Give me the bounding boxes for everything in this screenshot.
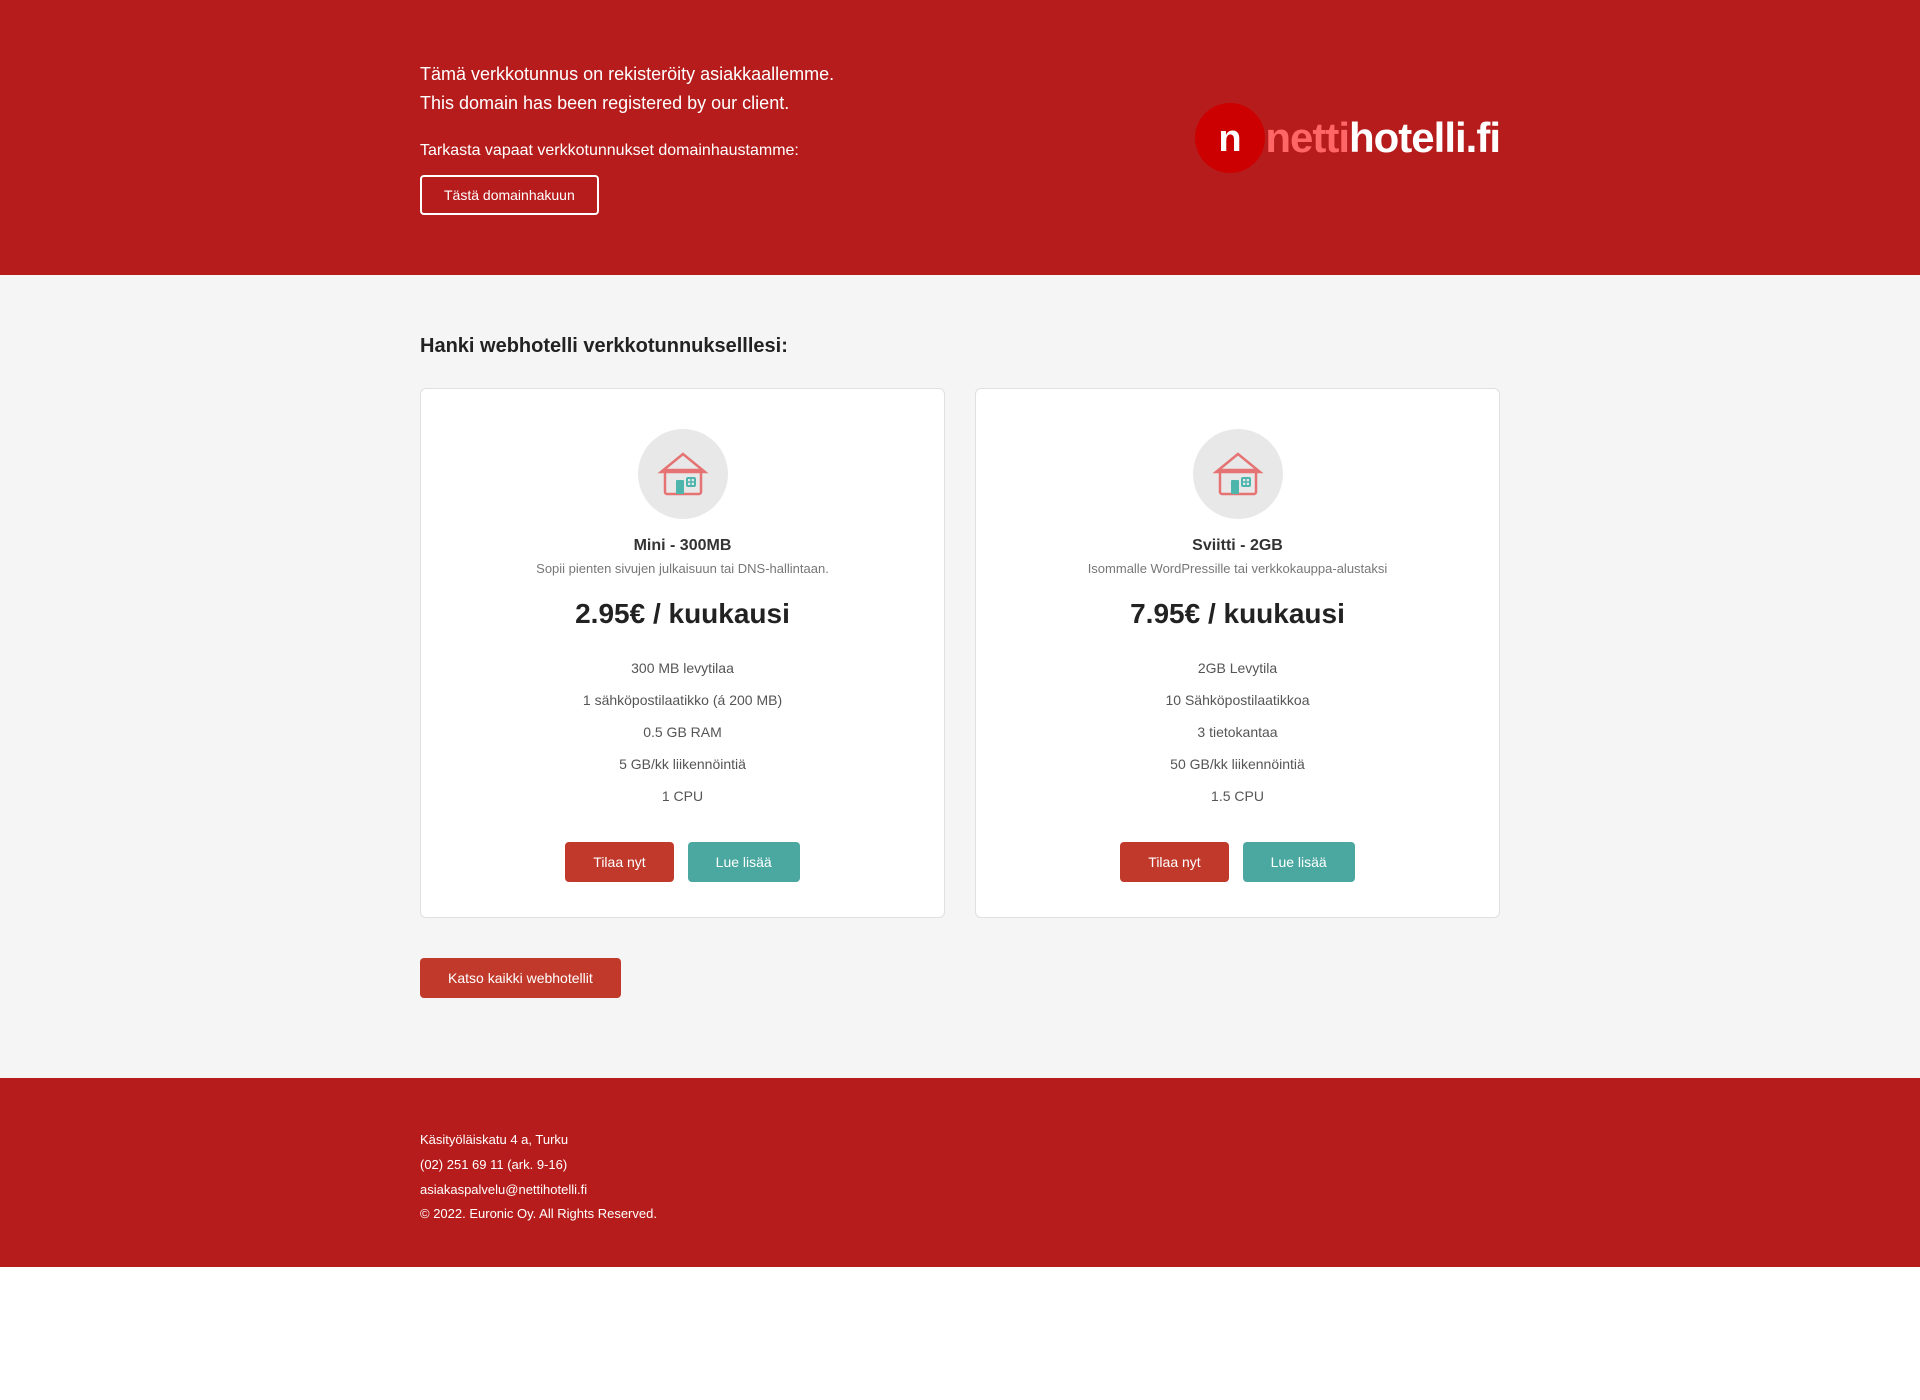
card-sviitti-feature-0: 2GB Levytila [1016, 652, 1459, 684]
card-sviitti-icon-circle [1193, 429, 1283, 519]
hero-line1: Tämä verkkotunnus on rekisteröity asiakk… [420, 60, 834, 89]
card-sviitti-feature-1: 10 Sähköpostilaatikkoa [1016, 684, 1459, 716]
card-mini: Mini - 300MB Sopii pienten sivujen julka… [420, 388, 945, 918]
card-mini-desc: Sopii pienten sivujen julkaisuun tai DNS… [536, 561, 829, 576]
card-mini-feature-3: 5 GB/kk liikennöintiä [461, 748, 904, 780]
section-title: Hanki webhotelli verkkotunnukselllesi: [420, 335, 1500, 358]
footer-email-link[interactable]: asiakaspalvelu@nettihotelli.fi [420, 1182, 587, 1197]
logo-hotelli: hotelli.fi [1349, 114, 1500, 161]
card-mini-features: 300 MB levytilaa 1 sähköpostilaatikko (á… [461, 652, 904, 812]
footer-address: Käsityöläiskatu 4 a, Turku [420, 1128, 1500, 1153]
card-sviitti-price: 7.95€ / kuukausi [1130, 598, 1345, 630]
card-mini-name: Mini - 300MB [634, 537, 732, 555]
house-icon-sviitti [1212, 448, 1264, 500]
card-mini-feature-2: 0.5 GB RAM [461, 716, 904, 748]
card-mini-feature-0: 300 MB levytilaa [461, 652, 904, 684]
footer-phone: (02) 251 69 11 (ark. 9-16) [420, 1153, 1500, 1178]
footer-copyright: © 2022. Euronic Oy. All Rights Reserved. [420, 1202, 1500, 1227]
card-mini-more-button[interactable]: Lue lisää [688, 842, 800, 882]
card-mini-feature-1: 1 sähköpostilaatikko (á 200 MB) [461, 684, 904, 716]
footer-inner: Käsityöläiskatu 4 a, Turku (02) 251 69 1… [360, 1128, 1560, 1227]
card-sviitti: Sviitti - 2GB Isommalle WordPressille ta… [975, 388, 1500, 918]
logo: n nettihotelli.fi [1195, 103, 1500, 173]
svg-text:n: n [1219, 118, 1242, 160]
hero-line2: This domain has been registered by our c… [420, 89, 834, 118]
domain-search-button[interactable]: Tästä domainhakuun [420, 175, 599, 215]
domain-search-label: Tarkasta vapaat verkkotunnukset domainha… [420, 138, 834, 164]
view-all-button[interactable]: Katso kaikki webhotellit [420, 958, 621, 998]
card-sviitti-desc: Isommalle WordPressille tai verkkokauppa… [1088, 561, 1388, 576]
card-mini-order-button[interactable]: Tilaa nyt [565, 842, 673, 882]
logo-icon: n [1195, 103, 1265, 173]
card-sviitti-feature-3: 50 GB/kk liikennöintiä [1016, 748, 1459, 780]
card-sviitti-features: 2GB Levytila 10 Sähköpostilaatikkoa 3 ti… [1016, 652, 1459, 812]
logo-netti: netti [1265, 114, 1349, 161]
cards-row: Mini - 300MB Sopii pienten sivujen julka… [420, 388, 1500, 918]
card-sviitti-actions: Tilaa nyt Lue lisää [1120, 842, 1354, 882]
card-mini-icon-circle [638, 429, 728, 519]
card-mini-price: 2.95€ / kuukausi [575, 598, 790, 630]
card-sviitti-more-button[interactable]: Lue lisää [1243, 842, 1355, 882]
footer: Käsityöläiskatu 4 a, Turku (02) 251 69 1… [0, 1078, 1920, 1267]
house-icon-mini [657, 448, 709, 500]
main-content: Hanki webhotelli verkkotunnukselllesi: M… [0, 275, 1920, 1078]
card-mini-actions: Tilaa nyt Lue lisää [565, 842, 799, 882]
hero-text-block: Tämä verkkotunnus on rekisteröity asiakk… [420, 60, 834, 215]
hero-section: Tämä verkkotunnus on rekisteröity asiakk… [0, 0, 1920, 275]
card-sviitti-order-button[interactable]: Tilaa nyt [1120, 842, 1228, 882]
card-sviitti-name: Sviitti - 2GB [1192, 537, 1283, 555]
card-sviitti-feature-2: 3 tietokantaa [1016, 716, 1459, 748]
card-mini-feature-4: 1 CPU [461, 780, 904, 812]
card-sviitti-feature-4: 1.5 CPU [1016, 780, 1459, 812]
